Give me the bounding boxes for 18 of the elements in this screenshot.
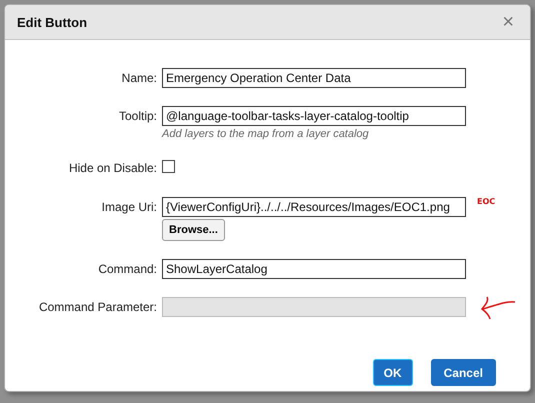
input-field[interactable]: Emergency Operation Center Data [162,68,466,88]
field-label: Command Parameter: [38,299,157,316]
input-field[interactable]: @language-toolbar-tasks-layer-catalog-tooltip [162,106,466,126]
browse-button[interactable]: Browse... [162,219,225,241]
input-field[interactable]: ShowLayerCatalog [162,259,466,279]
checkbox[interactable] [162,160,175,173]
field-label: Image Uri: [100,199,157,216]
annotation-text: EOC [477,197,496,206]
ok-button[interactable]: OK [372,359,413,386]
field-label: Tooltip: [118,108,157,125]
input-field[interactable]: {ViewerConfigUri}../../../Resources/Images/EOC1.png [162,197,466,217]
dialog-title: Edit Button [17,14,88,30]
field-hint: Add layers to the map from a layer catalog [162,128,369,140]
field-label: Name: [120,70,157,87]
field-label: Command: [97,261,157,278]
close-button[interactable]: × [502,12,514,32]
cancel-button[interactable]: Cancel [430,359,496,386]
field-label: Hide on Disable: [68,160,157,175]
